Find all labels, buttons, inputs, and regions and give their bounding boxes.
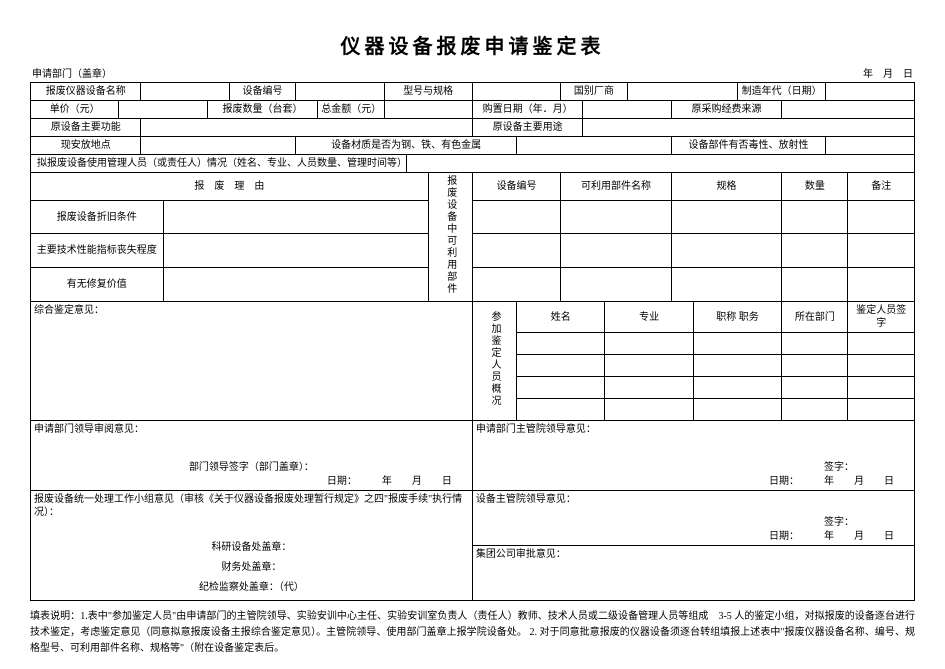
lbl-buydate: 购置日期（年．月） [472, 101, 582, 119]
lbl-repair: 有无修复价值 [31, 268, 164, 302]
pcol-name: 姓名 [517, 302, 605, 333]
reuse-r2c4[interactable] [782, 234, 848, 268]
reuse-r2c3[interactable] [671, 234, 781, 268]
lbl-equip-name: 报废仪器设备名称 [31, 83, 141, 101]
hdr-reason: 报 废 理 由 [31, 173, 429, 201]
reuse-r2c5[interactable] [848, 234, 915, 268]
p-r4c5[interactable] [848, 399, 915, 421]
hdr-reuse-code: 设备编号 [472, 173, 560, 201]
hdr-reuse-spec: 规格 [671, 173, 781, 201]
val-equip-name[interactable] [141, 83, 229, 101]
val-cond[interactable] [163, 200, 428, 234]
date-label: 年 月 日 [863, 65, 913, 80]
lbl-loc: 现安放地点 [31, 137, 141, 155]
reuse-r3c5[interactable] [848, 268, 915, 302]
group-review[interactable]: 报废设备统一处理工作小组意见（审核《关于仪器设备报废处理暂行规定》之四"报废手续… [31, 491, 473, 601]
val-parts[interactable] [826, 137, 915, 155]
dept-leader-review[interactable]: 申请部门领导审阅意见： 部门领导签字（部门盖章）： 日期： 年 月 日 [31, 421, 473, 491]
lbl-mgr: 拟报废设备使用管理人员（或责任人）情况（姓名、专业、人员数量、管理时间等） [31, 155, 407, 173]
equip-leader-review[interactable]: 设备主管院领导意见： 签字： 日期： 年 月 日 [472, 491, 914, 546]
p-r2c5[interactable] [848, 355, 915, 377]
lbl-use: 原设备主要用途 [472, 119, 582, 137]
p-r4c4[interactable] [782, 399, 848, 421]
p-r3c1[interactable] [517, 377, 605, 399]
lbl-func: 原设备主要功能 [31, 119, 141, 137]
dept-stamp-label: 申请部门（盖章） [32, 65, 112, 80]
reuse-r2c2[interactable] [561, 234, 671, 268]
p-r3c2[interactable] [605, 377, 693, 399]
p-r1c1[interactable] [517, 333, 605, 355]
lbl-total: 总金额（元） [318, 101, 384, 119]
val-tech[interactable] [163, 234, 428, 268]
reuse-r1c4[interactable] [782, 200, 848, 234]
p-r4c2[interactable] [605, 399, 693, 421]
hdr-participants: 参加鉴定人员概况 [472, 302, 516, 421]
lbl-equip-code: 设备编号 [229, 83, 295, 101]
reuse-r2c1[interactable] [472, 234, 560, 268]
preline: 申请部门（盖章） 年 月 日 [30, 65, 915, 80]
val-equip-code[interactable] [296, 83, 384, 101]
p-r4c1[interactable] [517, 399, 605, 421]
val-func[interactable] [141, 119, 472, 137]
reuse-r1c1[interactable] [472, 200, 560, 234]
lbl-source: 原采购经费来源 [671, 101, 781, 119]
lbl-metal: 设备材质是否为钢、铁、有色金属 [296, 137, 517, 155]
lbl-tech: 主要技术性能指标丧失程度 [31, 234, 164, 268]
p-r1c3[interactable] [693, 333, 781, 355]
lbl-mfr: 国别厂商 [561, 83, 627, 101]
p-r1c4[interactable] [782, 333, 848, 355]
main-form-table: 报废仪器设备名称 设备编号 型号与规格 国别厂商 制造年代（日期） 单价（元） … [30, 82, 915, 601]
comprehensive-opinion[interactable]: 综合鉴定意见： [31, 302, 473, 421]
hdr-reuse-qty: 数量 [782, 173, 848, 201]
val-year[interactable] [826, 83, 915, 101]
reuse-r3c1[interactable] [472, 268, 560, 302]
val-repair[interactable] [163, 268, 428, 302]
p-r4c3[interactable] [693, 399, 781, 421]
reuse-r1c3[interactable] [671, 200, 781, 234]
pcol-sign: 鉴定人员签字 [848, 302, 915, 333]
p-r1c2[interactable] [605, 333, 693, 355]
lbl-cond: 报废设备折旧条件 [31, 200, 164, 234]
val-mfr[interactable] [627, 83, 737, 101]
instructions-text: 填表说明：1.表中"参加鉴定人员"由申请部门的主管院领导、实验安训中心主任、实验… [30, 609, 915, 657]
hdr-reuse-note: 备注 [848, 173, 915, 201]
p-r3c4[interactable] [782, 377, 848, 399]
reuse-r3c4[interactable] [782, 268, 848, 302]
page-title: 仪器设备报废申请鉴定表 [30, 30, 915, 59]
p-r2c4[interactable] [782, 355, 848, 377]
reuse-r1c2[interactable] [561, 200, 671, 234]
val-mgr[interactable] [406, 155, 914, 173]
reuse-r3c2[interactable] [561, 268, 671, 302]
val-source[interactable] [782, 101, 915, 119]
hdr-reuse: 报废设备中可利用部件 [428, 173, 472, 302]
p-r3c5[interactable] [848, 377, 915, 399]
val-use[interactable] [583, 119, 915, 137]
lbl-year: 制造年代（日期） [738, 83, 826, 101]
val-price[interactable] [119, 101, 207, 119]
lbl-qty: 报废数量（台套） [207, 101, 317, 119]
corp-review[interactable]: 集团公司审批意见： [472, 546, 914, 601]
pcol-title: 职称 职务 [693, 302, 781, 333]
pcol-dept: 所在部门 [782, 302, 848, 333]
p-r3c3[interactable] [693, 377, 781, 399]
lbl-price: 单价（元） [31, 101, 119, 119]
p-r1c5[interactable] [848, 333, 915, 355]
val-total[interactable] [384, 101, 472, 119]
lbl-model: 型号与规格 [384, 83, 472, 101]
val-loc[interactable] [141, 137, 296, 155]
val-metal[interactable] [517, 137, 672, 155]
p-r2c2[interactable] [605, 355, 693, 377]
val-buydate[interactable] [583, 101, 671, 119]
reuse-r1c5[interactable] [848, 200, 915, 234]
hdr-reuse-name: 可利用部件名称 [561, 173, 671, 201]
mgmt-leader-review[interactable]: 申请部门主管院领导意见： 签字： 日期： 年 月 日 [472, 421, 914, 491]
p-r2c3[interactable] [693, 355, 781, 377]
reuse-r3c3[interactable] [671, 268, 781, 302]
val-model[interactable] [472, 83, 560, 101]
p-r2c1[interactable] [517, 355, 605, 377]
lbl-parts: 设备部件有否毒性、放射性 [671, 137, 826, 155]
pcol-major: 专业 [605, 302, 693, 333]
